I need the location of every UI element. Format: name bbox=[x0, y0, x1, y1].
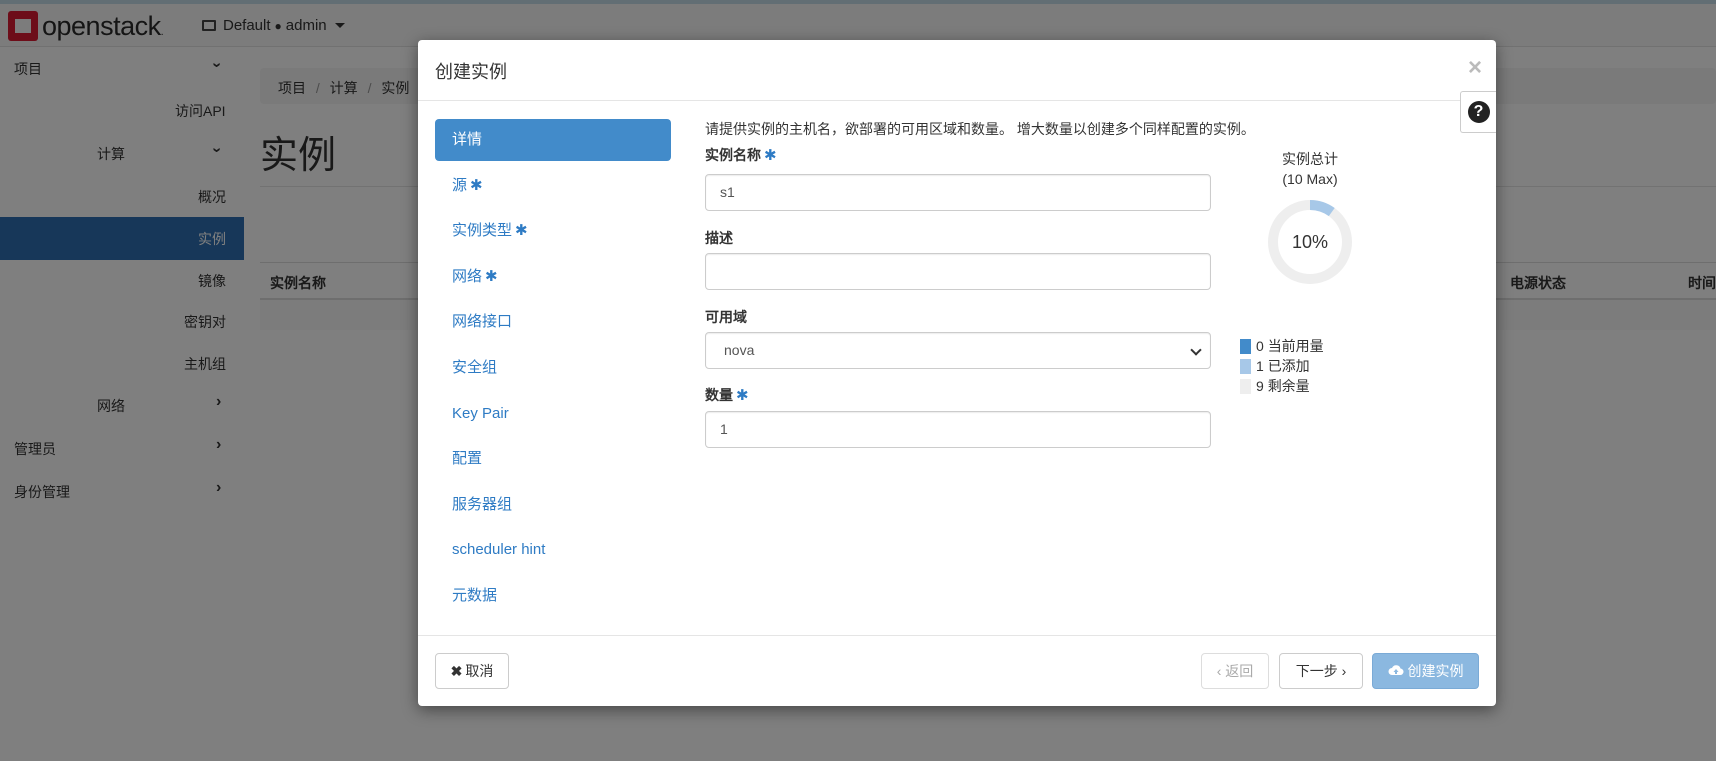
step-label: 网络 bbox=[452, 267, 483, 285]
availability-zone-select[interactable]: nova bbox=[705, 332, 1211, 369]
legend-remaining-label: 剩余量 bbox=[1267, 378, 1310, 394]
count-label: 数量 ✱ bbox=[705, 385, 749, 405]
label-text: 数量 bbox=[705, 387, 733, 403]
legend-remaining-value: 9 bbox=[1256, 378, 1264, 394]
step-metadata[interactable]: 元数据 bbox=[435, 575, 671, 617]
step-key-pair[interactable]: Key Pair bbox=[435, 393, 671, 435]
step-label: 实例类型 bbox=[452, 222, 513, 240]
legend-added: 1 已添加 bbox=[1240, 356, 1324, 376]
quota-donut: 10% bbox=[1268, 200, 1352, 284]
step-details[interactable]: 详情 bbox=[435, 119, 671, 161]
step-label: Key Pair bbox=[452, 404, 509, 422]
step-network-ports[interactable]: 网络接口 bbox=[435, 301, 671, 343]
quota-title: 实例总计 (10 Max) bbox=[1240, 149, 1380, 189]
required-asterisk-icon: ✱ bbox=[485, 267, 498, 285]
step-security-groups[interactable]: 安全组 bbox=[435, 347, 671, 389]
step-scheduler-hint[interactable]: scheduler hint bbox=[435, 529, 671, 571]
step-label: 服务器组 bbox=[452, 495, 513, 513]
quota-title-text: 实例总计 bbox=[1282, 151, 1338, 167]
back-button[interactable]: ‹ 返回 bbox=[1201, 653, 1269, 689]
required-asterisk-icon: ✱ bbox=[515, 222, 528, 240]
legend-added-value: 1 bbox=[1256, 358, 1264, 374]
quota-legend: 0 当前用量 1 已添加 9 剩余量 bbox=[1240, 336, 1324, 396]
help-button[interactable]: ? bbox=[1460, 91, 1496, 133]
instance-name-input[interactable]: s1 bbox=[705, 174, 1211, 211]
step-server-groups[interactable]: 服务器组 bbox=[435, 484, 671, 526]
step-configuration[interactable]: 配置 bbox=[435, 438, 671, 480]
create-instance-modal: 创建实例 × ? 详情 源 ✱ 实例类型 ✱ 网络 ✱ 网络接口 安全组 Key Pa… bbox=[418, 40, 1496, 706]
wizard-steps: 详情 源 ✱ 实例类型 ✱ 网络 ✱ 网络接口 安全组 Key Pair 配置 服务器… bbox=[435, 119, 671, 621]
step-label: 配置 bbox=[452, 450, 483, 468]
count-input[interactable]: 1 bbox=[705, 411, 1211, 448]
legend-swatch-used bbox=[1240, 338, 1251, 354]
modal-title: 创建实例 bbox=[435, 62, 507, 82]
description-label: 描述 bbox=[705, 230, 733, 246]
legend-used: 0 当前用量 bbox=[1240, 336, 1324, 356]
step-networks[interactable]: 网络 ✱ bbox=[435, 256, 671, 298]
legend-used-value: 0 bbox=[1256, 338, 1264, 354]
step-label: scheduler hint bbox=[452, 541, 546, 559]
modal-header: 创建实例 × bbox=[418, 40, 1496, 101]
availability-zone-label: 可用域 bbox=[705, 309, 747, 325]
next-button[interactable]: 下一步 › bbox=[1279, 653, 1363, 689]
step-source[interactable]: 源 ✱ bbox=[435, 165, 671, 207]
legend-added-label: 已添加 bbox=[1267, 358, 1310, 374]
cancel-button[interactable]: ✖ 取消 bbox=[435, 653, 509, 689]
quota-max: (10 Max) bbox=[1282, 171, 1338, 187]
step-label: 安全组 bbox=[452, 358, 498, 376]
donut-added-arc bbox=[1309, 200, 1335, 217]
cloud-upload-icon bbox=[1388, 663, 1404, 679]
step-label: 元数据 bbox=[452, 586, 498, 604]
step-flavor[interactable]: 实例类型 ✱ bbox=[435, 210, 671, 252]
instance-name-label: 实例名称 ✱ bbox=[705, 145, 777, 165]
required-asterisk-icon: ✱ bbox=[764, 147, 777, 164]
required-asterisk-icon: ✱ bbox=[736, 387, 749, 404]
close-icon: ✖ bbox=[450, 662, 463, 679]
step-label: 网络接口 bbox=[452, 313, 513, 331]
step-label: 详情 bbox=[452, 131, 483, 148]
required-asterisk-icon: ✱ bbox=[470, 176, 483, 194]
quota-percent: 10% bbox=[1292, 232, 1328, 252]
legend-swatch-added bbox=[1240, 358, 1251, 374]
launch-instance-label: 创建实例 bbox=[1407, 663, 1464, 679]
cancel-label: 取消 bbox=[465, 663, 494, 679]
description-input[interactable] bbox=[705, 253, 1211, 290]
question-icon: ? bbox=[1467, 101, 1490, 123]
legend-remaining: 9 剩余量 bbox=[1240, 376, 1324, 396]
legend-used-label: 当前用量 bbox=[1267, 338, 1324, 354]
close-icon[interactable]: × bbox=[1468, 54, 1482, 82]
legend-swatch-remaining bbox=[1240, 378, 1251, 394]
label-text: 实例名称 bbox=[705, 147, 761, 163]
chevron-down-icon bbox=[1190, 344, 1202, 356]
form-intro: 请提供实例的主机名，欲部署的可用区域和数量。 增大数量以创建多个同样配置的实例。 bbox=[705, 121, 1255, 137]
step-label: 源 bbox=[452, 176, 468, 194]
launch-instance-button[interactable]: 创建实例 bbox=[1372, 653, 1479, 689]
availability-zone-value: nova bbox=[724, 342, 755, 358]
modal-footer: ✖ 取消 ‹ 返回 下一步 › 创建实例 bbox=[418, 635, 1496, 706]
